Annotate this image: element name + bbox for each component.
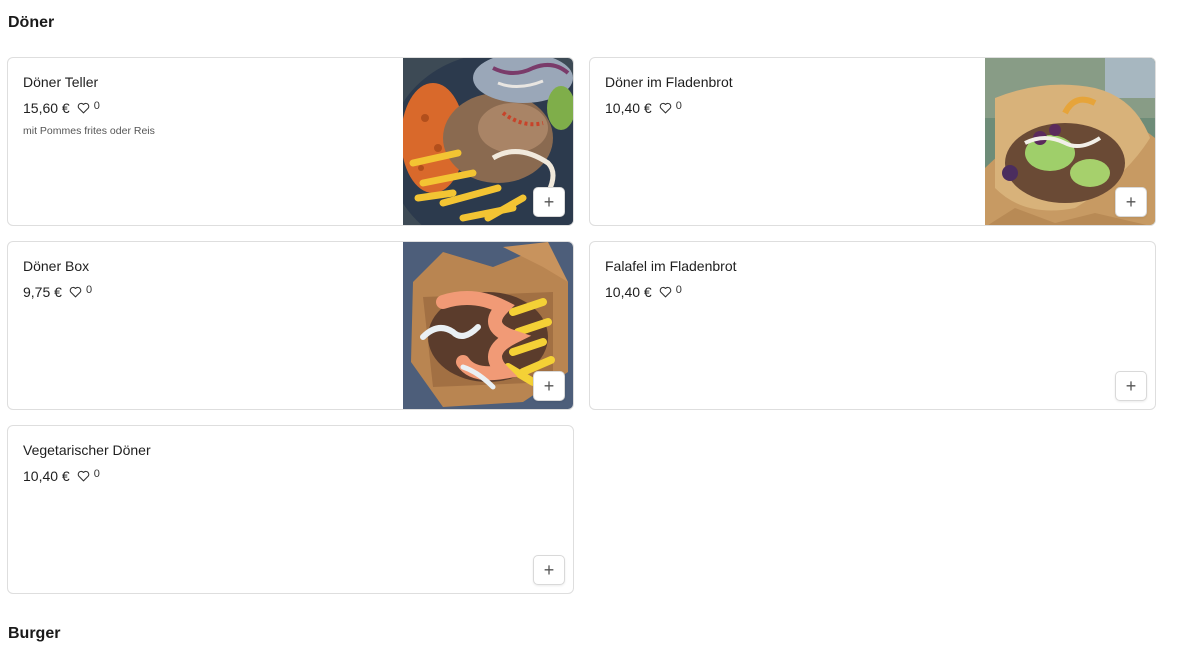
section-title-doner: Döner	[8, 14, 55, 31]
item-price: 10,40 €	[605, 100, 652, 116]
heart-icon[interactable]	[659, 102, 672, 114]
menu-item-falafel-im-fladenbrot[interactable]: Falafel im Fladenbrot 10,40 € 0 +	[589, 241, 1156, 410]
add-to-cart-button[interactable]: +	[1115, 371, 1147, 401]
item-price: 9,75 €	[23, 284, 62, 300]
item-description: mit Pommes frites oder Reis	[23, 125, 155, 137]
heart-icon[interactable]	[69, 286, 82, 298]
add-to-cart-button[interactable]: +	[533, 555, 565, 585]
menu-item-doner-im-fladenbrot[interactable]: Döner im Fladenbrot 10,40 € 0 +	[589, 57, 1156, 226]
item-name: Döner Box	[23, 258, 90, 274]
section-title-burger: Burger	[8, 625, 61, 642]
item-price: 10,40 €	[23, 468, 70, 484]
item-price: 10,40 €	[605, 284, 652, 300]
menu-item-doner-teller[interactable]: Döner Teller 15,60 € 0 mit Pommes frites…	[7, 57, 574, 226]
item-name: Vegetarischer Döner	[23, 442, 151, 458]
like-count: 0	[93, 468, 100, 480]
add-to-cart-button[interactable]: +	[533, 187, 565, 217]
menu-item-doner-box[interactable]: Döner Box 9,75 € 0 +	[7, 241, 574, 410]
like-count: 0	[93, 100, 100, 112]
item-name: Döner im Fladenbrot	[605, 74, 733, 90]
add-to-cart-button[interactable]: +	[533, 371, 565, 401]
like-count: 0	[85, 284, 93, 296]
heart-icon[interactable]	[77, 102, 90, 114]
heart-icon[interactable]	[659, 286, 672, 298]
like-count: 0	[675, 284, 682, 296]
like-count: 0	[675, 100, 682, 112]
item-price: 15,60 €	[23, 100, 70, 116]
add-to-cart-button[interactable]: +	[1115, 187, 1147, 217]
item-name: Falafel im Fladenbrot	[605, 258, 737, 274]
menu-item-vegetarischer-doner[interactable]: Vegetarischer Döner 10,40 € 0 +	[7, 425, 574, 594]
heart-icon[interactable]	[77, 470, 90, 482]
item-name: Döner Teller	[23, 74, 99, 90]
